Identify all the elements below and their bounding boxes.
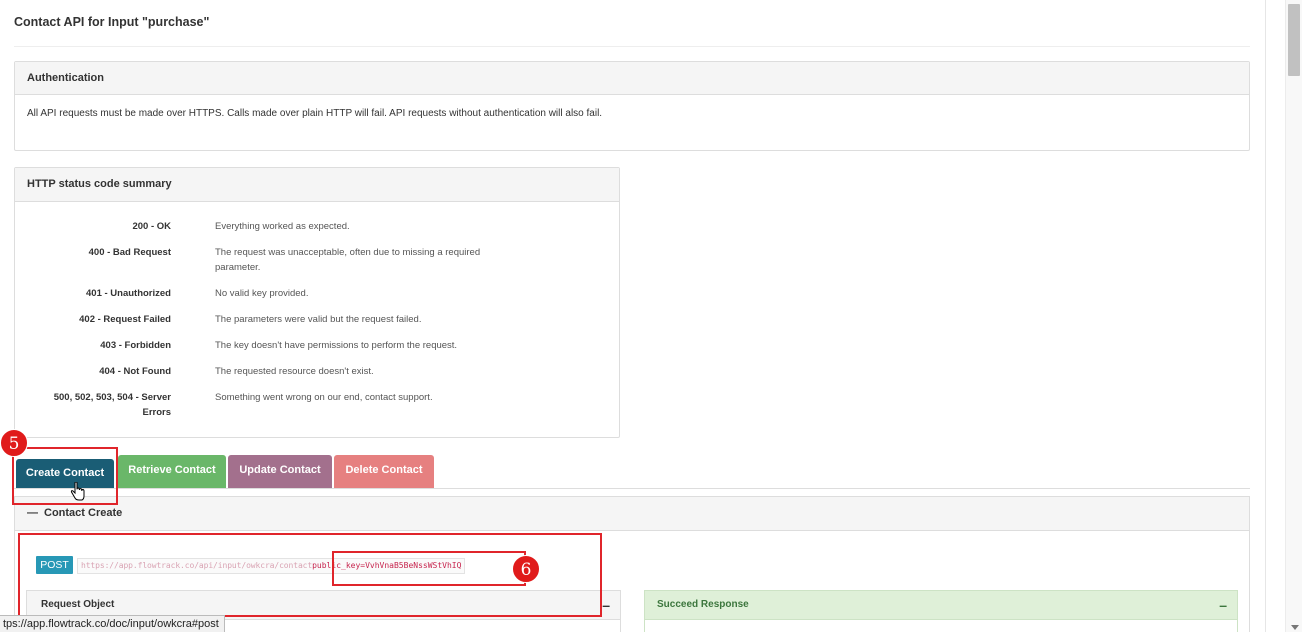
collapse-icon[interactable]: – [1219, 591, 1227, 619]
succeed-response-heading: Succeed Response [657, 599, 749, 610]
step-marker-6: 6 [512, 555, 540, 583]
status-description: The key doesn't have permissions to perf… [215, 340, 458, 351]
step-marker-5: 5 [0, 429, 28, 457]
page-title: Contact API for Input "purchase" [14, 15, 210, 29]
scroll-down-icon[interactable] [1291, 625, 1299, 630]
status-code: 404 - Not Found [99, 366, 171, 377]
endpoint-url-base: https://app.flowtrack.co/api/input/owkcr… [81, 561, 313, 570]
request-object-heading: Request Object [41, 599, 115, 610]
tabs-divider [14, 488, 1250, 489]
title-divider [14, 46, 1250, 47]
tab-update-contact[interactable]: Update Contact [228, 455, 332, 488]
collapse-icon[interactable]: – [602, 591, 610, 619]
endpoint-url[interactable]: https://app.flowtrack.co/api/input/owkcr… [77, 558, 466, 574]
contact-create-panel: — Contact Create POST https://app.flowtra… [14, 496, 1250, 632]
status-summary-panel: HTTP status code summary 200 - OK Everyt… [14, 167, 620, 438]
status-code: 403 - Forbidden [100, 340, 171, 351]
hand-cursor-icon [70, 482, 85, 501]
contact-create-heading: Contact Create [44, 507, 123, 519]
status-description: Something went wrong on our end, contact… [215, 392, 433, 403]
status-summary-heading: HTTP status code summary [15, 168, 619, 202]
status-code: 200 - OK [132, 221, 171, 232]
status-description: The request was unacceptable, often due … [215, 247, 481, 273]
http-method-badge: POST [36, 556, 73, 574]
tab-delete-contact[interactable]: Delete Contact [334, 455, 434, 488]
authentication-panel: Authentication All API requests must be … [14, 61, 1250, 151]
status-description: The parameters were valid but the reques… [215, 314, 422, 325]
page: Contact API for Input "purchase" Authent… [0, 0, 1266, 632]
status-code: 500, 502, 503, 504 - Server Errors [53, 392, 171, 418]
tab-create-contact[interactable]: Create Contact [16, 459, 114, 488]
vertical-scrollbar[interactable] [1285, 0, 1302, 632]
status-code: 400 - Bad Request [88, 247, 171, 258]
status-description: The requested resource doesn't exist. [215, 366, 374, 377]
status-description: No valid key provided. [215, 288, 309, 299]
authentication-text: All API requests must be made over HTTPS… [27, 108, 603, 119]
endpoint-url-param: public_key=VvhVnaB5BeNssWStVhIQ [312, 561, 462, 570]
succeed-response-header[interactable]: Succeed Response – [645, 591, 1237, 620]
status-code: 402 - Request Failed [79, 314, 171, 325]
browser-status-url: tps://app.flowtrack.co/doc/input/owkcra#… [0, 615, 225, 632]
authentication-heading: Authentication [15, 62, 1249, 95]
status-description: Everything worked as expected. [215, 221, 350, 232]
collapse-icon[interactable]: — [27, 497, 38, 530]
tab-retrieve-contact[interactable]: Retrieve Contact [118, 455, 226, 488]
status-code: 401 - Unauthorized [86, 288, 171, 299]
contact-create-header[interactable]: — Contact Create [15, 497, 1249, 531]
succeed-response-panel: Succeed Response – [644, 590, 1238, 632]
scrollbar-thumb[interactable] [1288, 4, 1300, 76]
